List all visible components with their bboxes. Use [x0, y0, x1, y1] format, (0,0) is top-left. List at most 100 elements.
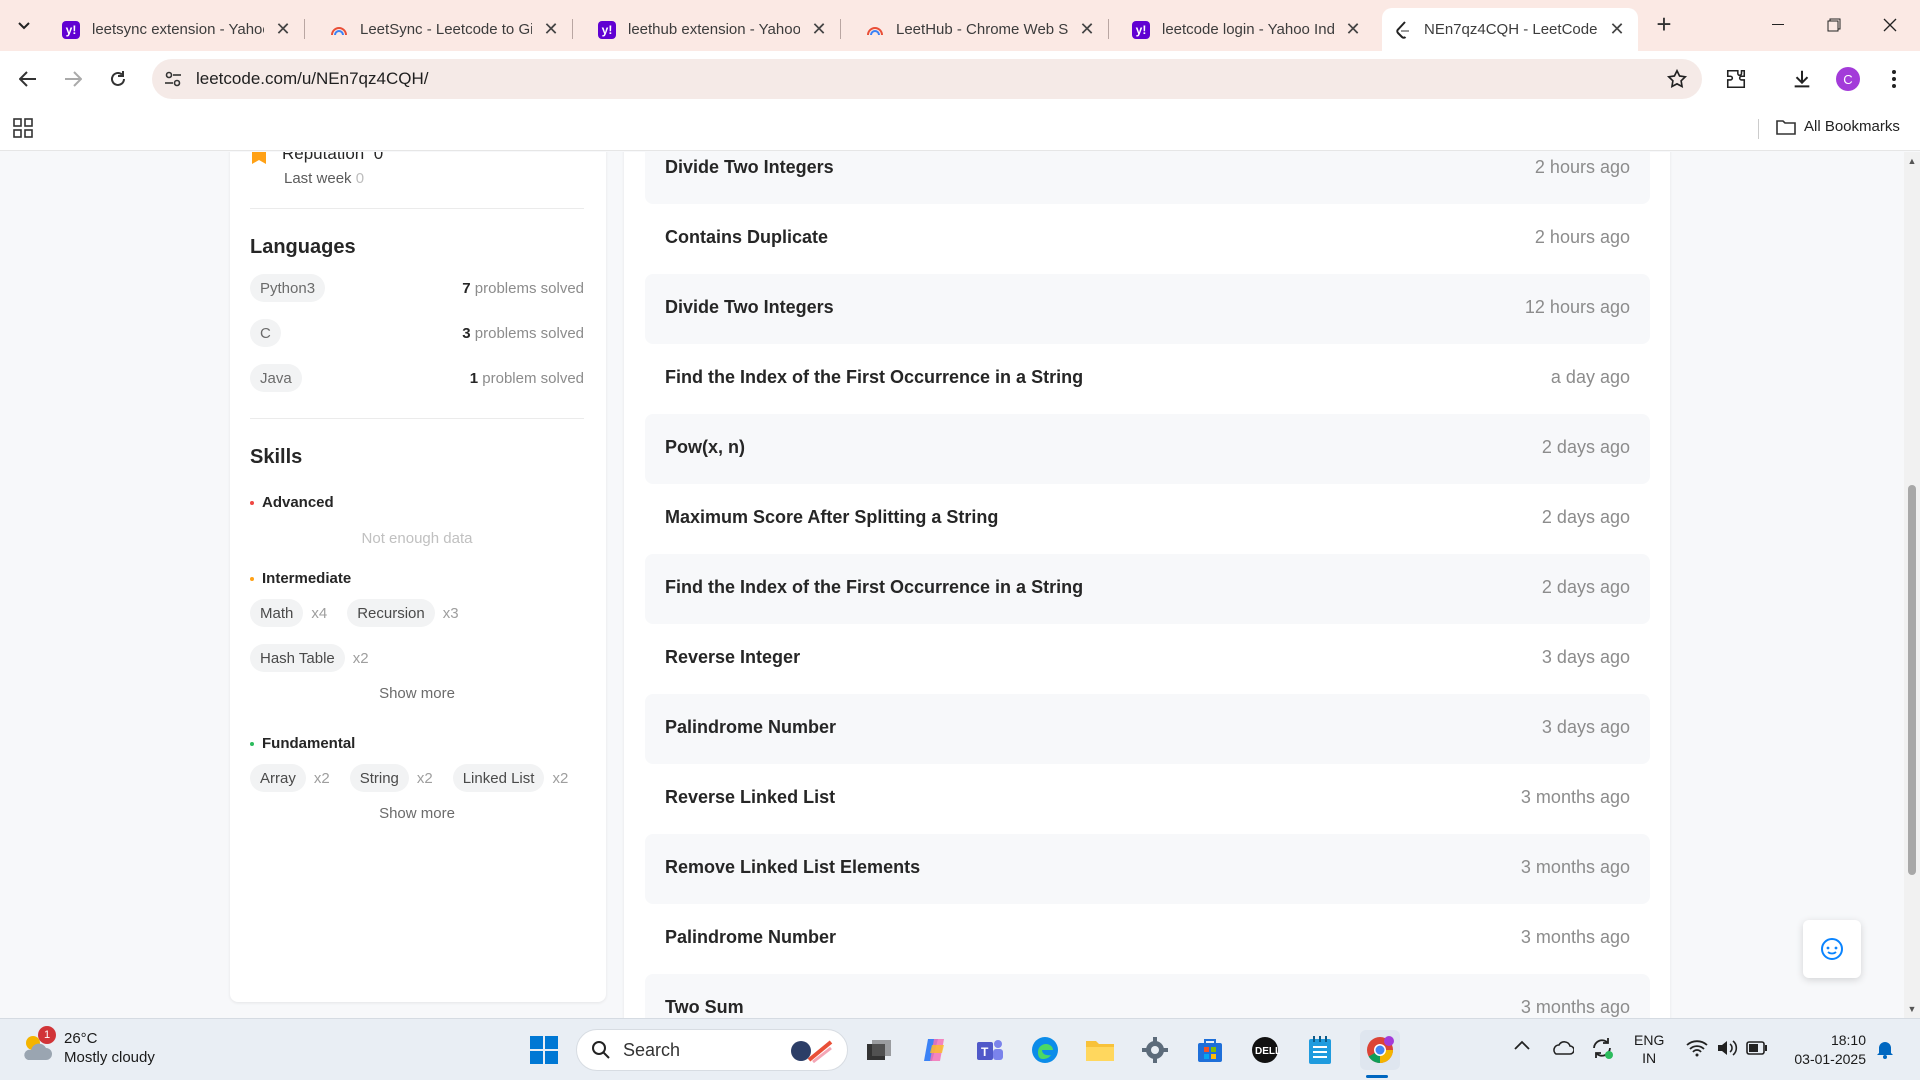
close-tab-icon[interactable]: ✕ — [1608, 19, 1626, 39]
chrome-icon[interactable] — [1360, 1030, 1400, 1070]
teams-icon[interactable]: T — [973, 1033, 1007, 1067]
sync-icon[interactable] — [1590, 1036, 1614, 1063]
all-bookmarks-button[interactable]: All Bookmarks — [1776, 118, 1900, 135]
submission-row[interactable]: Contains Duplicate 2 hours ago — [645, 204, 1650, 274]
feedback-chat-button[interactable] — [1803, 920, 1861, 978]
file-explorer-icon[interactable] — [1083, 1033, 1117, 1067]
tab-3[interactable]: y! leethub extension - Yahoo ✕ — [586, 8, 841, 51]
address-bar[interactable]: leetcode.com/u/NEn7qz4CQH/ — [152, 59, 1702, 99]
close-tab-icon[interactable]: ✕ — [1078, 19, 1096, 39]
scroll-up-arrow-icon[interactable]: ▲ — [1907, 156, 1917, 166]
page-scrollbar[interactable]: ▲ ▼ — [1904, 152, 1920, 1018]
language-row-c: C 3 problems solved — [250, 319, 584, 351]
skill-tag[interactable]: Recursion x3 — [347, 599, 459, 627]
weather-badge: 1 — [38, 1026, 56, 1044]
dell-icon[interactable]: DELL — [1248, 1033, 1282, 1067]
yahoo-icon: y! — [62, 20, 80, 39]
windows-taskbar: 1 26°C Mostly cloudy Search T DELL ENG I… — [0, 1018, 1920, 1080]
scrollbar-thumb[interactable] — [1908, 485, 1916, 875]
minimize-button[interactable] — [1750, 0, 1806, 50]
submission-row[interactable]: Divide Two Integers 12 hours ago — [645, 274, 1650, 344]
microsoft-store-icon[interactable] — [1193, 1033, 1227, 1067]
close-tab-icon[interactable]: ✕ — [274, 19, 292, 39]
volume-icon[interactable] — [1716, 1039, 1738, 1060]
apps-grid-icon[interactable] — [12, 117, 34, 144]
forward-button[interactable] — [57, 63, 89, 95]
submission-row[interactable]: Find the Index of the First Occurrence i… — [645, 344, 1650, 414]
skill-tag[interactable]: Linked List x2 — [452, 764, 568, 792]
language-indicator[interactable]: ENG IN — [1634, 1031, 1664, 1067]
close-tab-icon[interactable]: ✕ — [1344, 19, 1362, 39]
system-clock[interactable]: 18:10 03-01-2025 — [1788, 1031, 1866, 1069]
onedrive-cloud-icon[interactable] — [1550, 1039, 1575, 1058]
submission-row[interactable]: Maximum Score After Splitting a String 2 … — [645, 484, 1650, 554]
reputation-icon — [252, 152, 266, 164]
edge-icon[interactable] — [1028, 1033, 1062, 1067]
url-text[interactable]: leetcode.com/u/NEn7qz4CQH/ — [196, 69, 428, 89]
download-icon[interactable] — [1786, 63, 1818, 95]
settings-gear-icon[interactable] — [1138, 1033, 1172, 1067]
submission-row[interactable]: Palindrome Number 3 months ago — [645, 904, 1650, 974]
yahoo-icon: y! — [598, 20, 616, 39]
notification-bell-icon[interactable] — [1876, 1039, 1894, 1062]
task-view-icon[interactable] — [862, 1033, 896, 1067]
taskbar-search[interactable]: Search — [576, 1029, 848, 1071]
tab-title: leetsync extension - Yahoo — [92, 21, 264, 38]
show-more-fundamental-button[interactable]: Show more — [250, 805, 584, 822]
profile-sidebar-card: Reputation 0 Last week 0 Languages Pytho… — [230, 152, 606, 1002]
copilot-icon[interactable] — [918, 1033, 952, 1067]
tab-5[interactable]: y! leetcode login - Yahoo Ind ✕ — [1120, 8, 1374, 51]
submission-row[interactable]: Reverse Integer 3 days ago — [645, 624, 1650, 694]
skill-level-advanced: Advanced — [250, 494, 334, 511]
submission-row[interactable]: Reverse Linked List 3 months ago — [645, 764, 1650, 834]
submission-row[interactable]: Divide Two Integers 2 hours ago — [645, 152, 1650, 204]
tab-1[interactable]: y! leetsync extension - Yahoo ✕ — [50, 8, 305, 51]
wifi-icon[interactable] — [1686, 1039, 1708, 1060]
red-dot-icon — [250, 500, 254, 505]
windows-start-icon[interactable] — [527, 1033, 561, 1067]
chrome-active-indicator — [1366, 1075, 1388, 1078]
show-more-intermediate-button[interactable]: Show more — [250, 685, 584, 702]
svg-text:DELL: DELL — [1255, 1046, 1280, 1057]
new-tab-button[interactable]: + — [1650, 9, 1678, 39]
tab-2[interactable]: LeetSync - Leetcode to Git ✕ — [318, 8, 573, 51]
tab-title: LeetSync - Leetcode to Git — [360, 21, 532, 38]
language-pill[interactable]: Java — [250, 364, 302, 392]
skill-tag[interactable]: Math x4 — [250, 599, 327, 627]
close-tab-icon[interactable]: ✕ — [810, 19, 828, 39]
language-row-java: Java 1 problem solved — [250, 364, 584, 396]
close-tab-icon[interactable]: ✕ — [542, 19, 560, 39]
tab-4[interactable]: LeetHub - Chrome Web St ✕ — [854, 8, 1109, 51]
tab-6-active[interactable]: NEn7qz4CQH - LeetCode P ✕ — [1382, 8, 1638, 51]
submission-row[interactable]: Pow(x, n) 2 days ago — [645, 414, 1650, 484]
skill-tag[interactable]: String x2 — [349, 764, 433, 792]
languages-title: Languages — [250, 236, 356, 258]
battery-icon[interactable] — [1746, 1041, 1768, 1058]
green-dot-icon — [250, 741, 254, 746]
kebab-menu-icon[interactable] — [1878, 63, 1910, 95]
weather-widget[interactable]: 1 26°C Mostly cloudy — [20, 1026, 155, 1067]
language-pill[interactable]: C — [250, 319, 281, 347]
show-hidden-icons-chevron[interactable] — [1514, 1037, 1530, 1053]
profile-avatar[interactable]: C — [1832, 63, 1864, 95]
extensions-icon[interactable] — [1720, 63, 1752, 95]
submission-row[interactable]: Two Sum 3 months ago — [645, 974, 1650, 1018]
tab-search-chevron-icon[interactable] — [10, 12, 38, 40]
submission-row[interactable]: Palindrome Number 3 days ago — [645, 694, 1650, 764]
submission-row[interactable]: Find the Index of the First Occurrence i… — [645, 554, 1650, 624]
skill-tag[interactable]: Hash Table x2 — [250, 644, 369, 672]
skill-tag[interactable]: Array x2 — [250, 764, 330, 792]
bookmark-star-icon[interactable] — [1666, 68, 1688, 95]
last-week-value: 0 — [355, 170, 365, 187]
reload-button[interactable] — [102, 63, 134, 95]
search-highlight-icon — [791, 1040, 833, 1064]
close-window-button[interactable] — [1862, 0, 1918, 50]
restore-button[interactable] — [1806, 0, 1862, 50]
scroll-down-arrow-icon[interactable]: ▼ — [1907, 1004, 1917, 1014]
back-button[interactable] — [12, 63, 44, 95]
submission-row[interactable]: Remove Linked List Elements 3 months ago — [645, 834, 1650, 904]
yahoo-icon: y! — [1132, 20, 1150, 39]
notepad-icon[interactable] — [1303, 1033, 1337, 1067]
language-pill[interactable]: Python3 — [250, 274, 326, 302]
site-info-icon[interactable] — [162, 68, 184, 90]
